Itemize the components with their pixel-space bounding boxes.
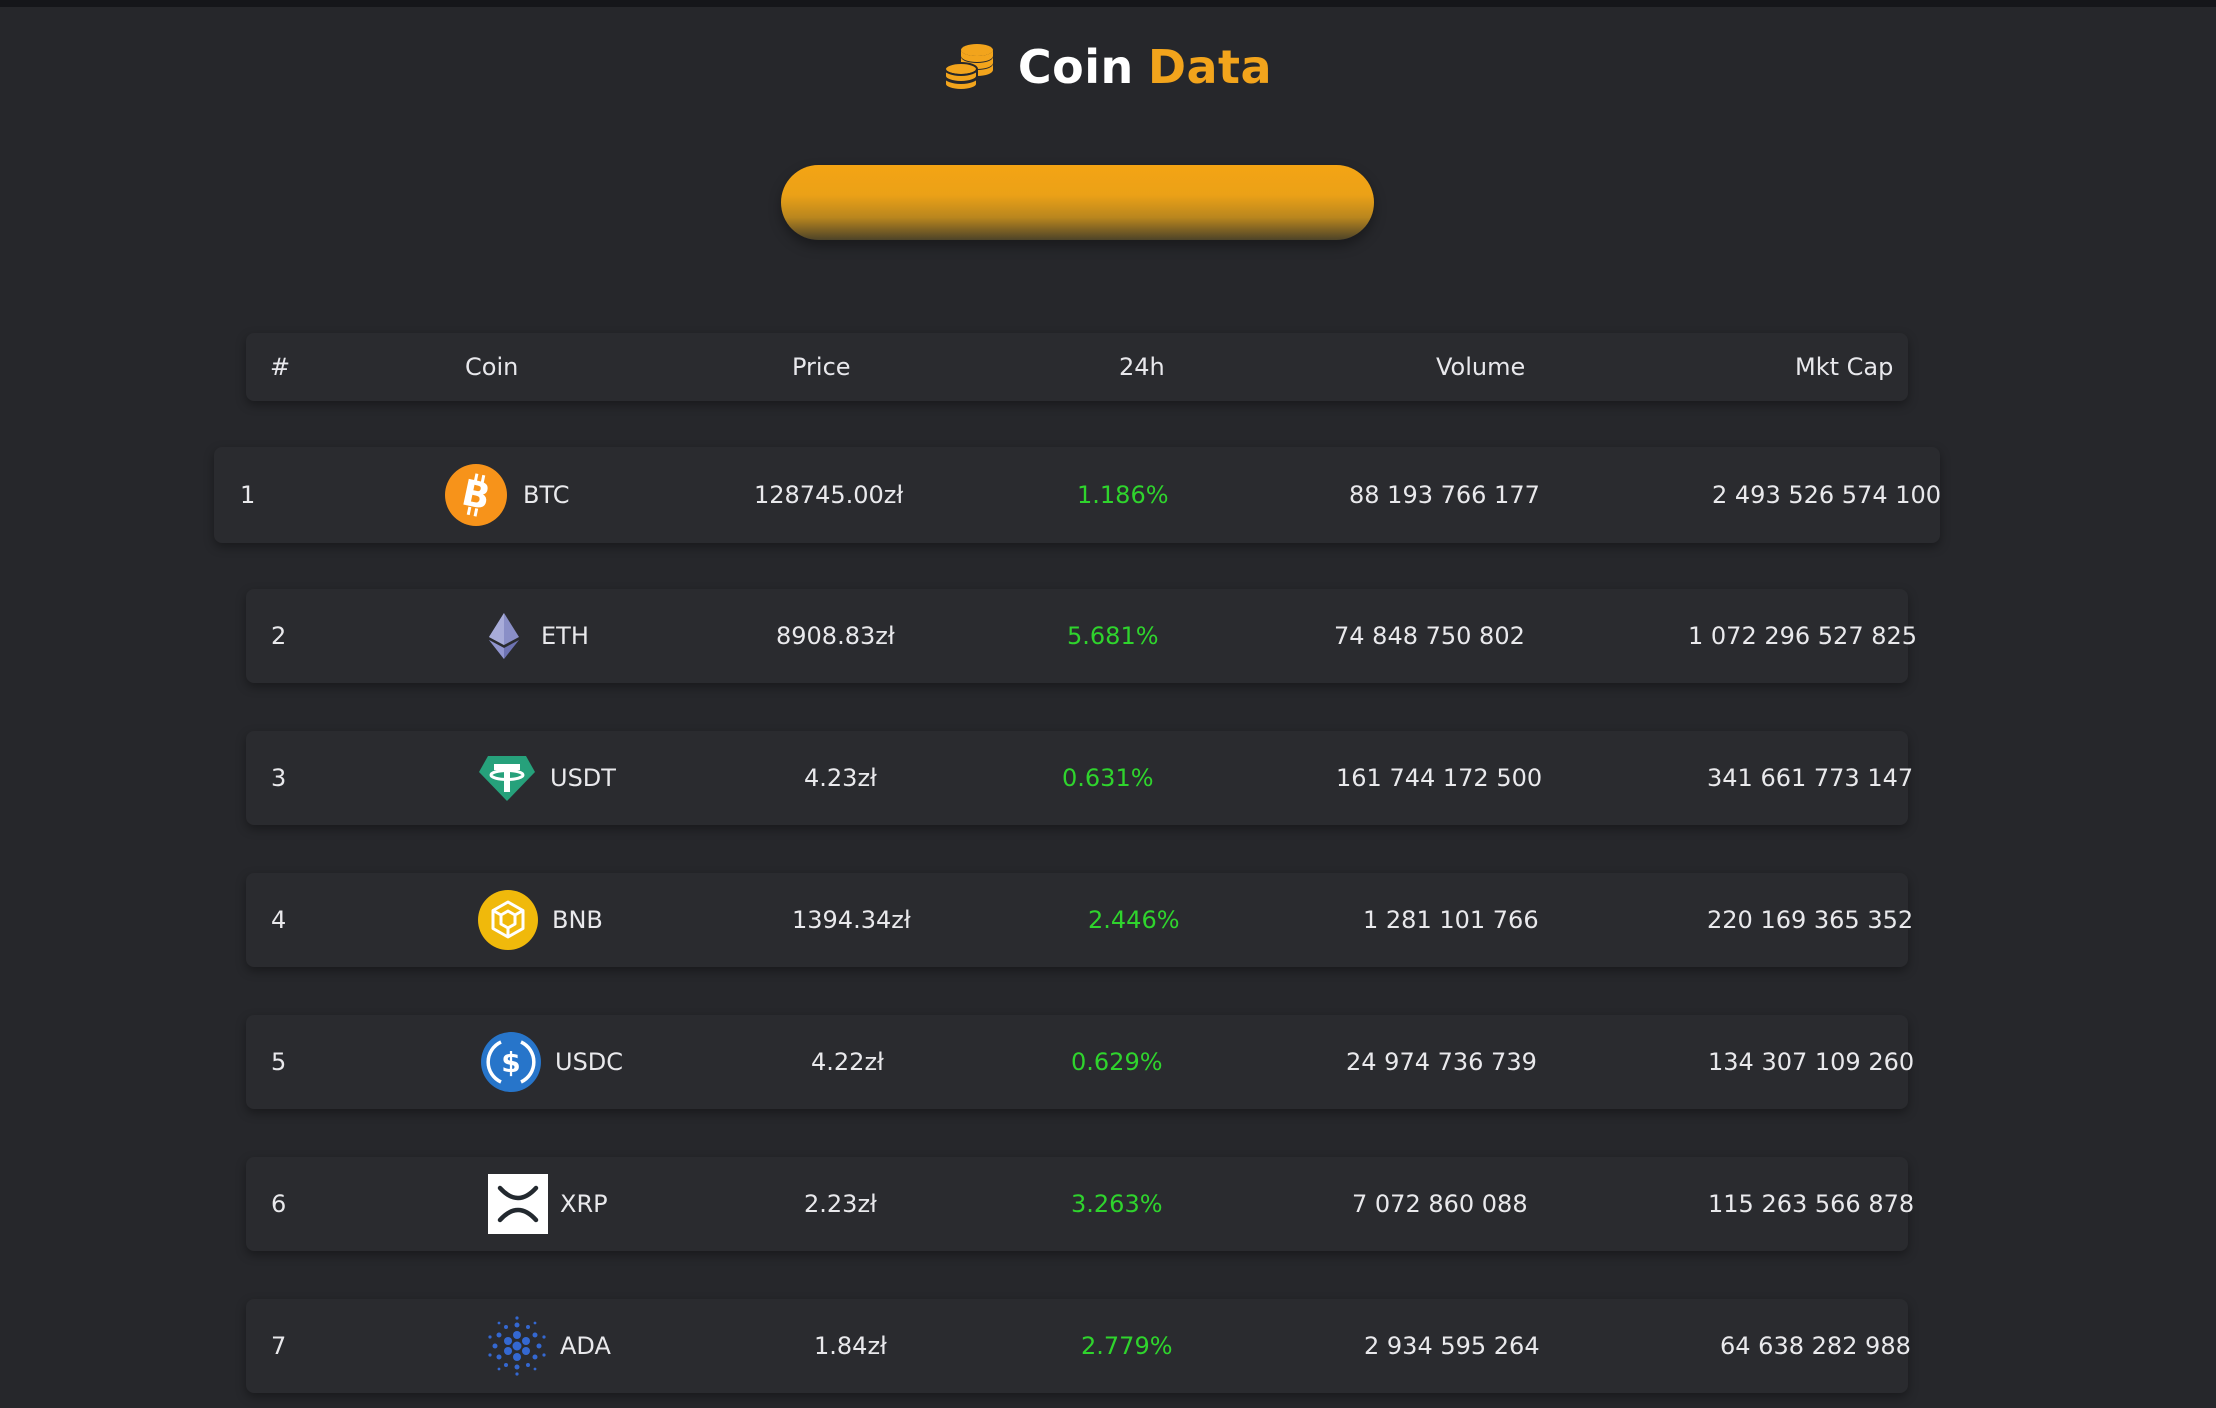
row-change: 5.681% bbox=[1067, 622, 1159, 650]
row-price: 4.23zł bbox=[804, 764, 877, 792]
page-title: Coin Data bbox=[1018, 40, 1272, 94]
row-price: 2.23zł bbox=[804, 1190, 877, 1218]
row-rank: 6 bbox=[271, 1190, 287, 1218]
bitcoin-icon: B bbox=[445, 464, 507, 526]
row-rank: 4 bbox=[271, 906, 287, 934]
row-coin[interactable]: ETH bbox=[484, 589, 589, 683]
search-input[interactable] bbox=[781, 165, 1374, 240]
row-change: 0.629% bbox=[1071, 1048, 1163, 1076]
table-row[interactable]: 2 ETH 8908.83zł 5.681% 74 848 750 802 1 … bbox=[246, 589, 1917, 683]
title-word-coin: Coin bbox=[1017, 40, 1134, 94]
row-price: 1394.34zł bbox=[792, 906, 911, 934]
row-coin-symbol: ADA bbox=[560, 1332, 611, 1360]
row-coin-symbol: XRP bbox=[560, 1190, 608, 1218]
row-change: 0.631% bbox=[1062, 764, 1154, 792]
table-header: # Coin Price 24h Volume Mkt Cap bbox=[246, 333, 1908, 401]
row-coin[interactable]: USDT bbox=[478, 731, 616, 825]
row-change: 3.263% bbox=[1071, 1190, 1163, 1218]
row-volume: 161 744 172 500 bbox=[1336, 764, 1543, 792]
row-mktcap: 134 307 109 260 bbox=[1708, 1048, 1915, 1076]
row-change: 2.446% bbox=[1088, 906, 1180, 934]
tether-icon bbox=[478, 754, 536, 802]
col-header-price[interactable]: Price bbox=[792, 333, 851, 401]
row-rank: 1 bbox=[240, 481, 256, 509]
row-coin[interactable]: B BTC bbox=[445, 447, 569, 543]
bnb-icon bbox=[478, 890, 538, 950]
row-mktcap: 115 263 566 878 bbox=[1708, 1190, 1915, 1218]
row-change: 1.186% bbox=[1077, 481, 1169, 509]
top-bar bbox=[0, 0, 2216, 7]
col-header-rank[interactable]: # bbox=[270, 333, 290, 401]
row-price: 128745.00zł bbox=[754, 481, 904, 509]
row-volume: 1 281 101 766 bbox=[1363, 906, 1539, 934]
table-row[interactable]: 1 B BTC 128745.00zł 1.186% 88 193 766 17… bbox=[214, 447, 1942, 543]
row-mktcap: 341 661 773 147 bbox=[1707, 764, 1914, 792]
col-header-volume[interactable]: Volume bbox=[1436, 333, 1525, 401]
usdc-icon: $ bbox=[481, 1032, 541, 1092]
row-coin-symbol: BNB bbox=[552, 906, 603, 934]
cardano-icon bbox=[486, 1315, 548, 1377]
row-rank: 2 bbox=[271, 622, 287, 650]
row-mktcap: 220 169 365 352 bbox=[1707, 906, 1914, 934]
col-header-mktcap[interactable]: Mkt Cap bbox=[1795, 333, 1893, 401]
row-volume: 74 848 750 802 bbox=[1334, 622, 1525, 650]
row-mktcap: 2 493 526 574 100 bbox=[1712, 481, 1942, 509]
app-logo[interactable]: Coin Data bbox=[943, 40, 1272, 94]
row-rank: 5 bbox=[271, 1048, 287, 1076]
row-volume: 7 072 860 088 bbox=[1352, 1190, 1528, 1218]
row-coin-symbol: USDT bbox=[550, 764, 616, 792]
row-price: 1.84zł bbox=[814, 1332, 887, 1360]
title-word-data: Data bbox=[1147, 40, 1273, 94]
row-price: 4.22zł bbox=[811, 1048, 884, 1076]
ethereum-icon bbox=[484, 611, 524, 661]
row-coin-symbol: BTC bbox=[523, 481, 570, 509]
app-header: Coin Data bbox=[0, 34, 2216, 100]
row-coin-symbol: USDC bbox=[555, 1048, 624, 1076]
row-coin[interactable]: BNB bbox=[478, 873, 603, 967]
table-row[interactable]: 6 XRP 2.23zł 3.263% 7 072 860 088 115 26… bbox=[246, 1157, 1914, 1251]
row-mktcap: 1 072 296 527 825 bbox=[1688, 622, 1918, 650]
row-price: 8908.83zł bbox=[776, 622, 895, 650]
coins-stack-icon bbox=[943, 41, 1018, 93]
row-coin-symbol: ETH bbox=[541, 622, 589, 650]
table-row[interactable]: 7 ADA 1.84zł 2.779% 2 934 595 264 64 638… bbox=[246, 1299, 1911, 1393]
row-rank: 3 bbox=[271, 764, 287, 792]
row-coin[interactable]: ADA bbox=[486, 1299, 611, 1393]
svg-text:$: $ bbox=[501, 1046, 520, 1079]
col-header-24h[interactable]: 24h bbox=[1119, 333, 1165, 401]
col-header-coin[interactable]: Coin bbox=[465, 333, 518, 401]
row-volume: 2 934 595 264 bbox=[1364, 1332, 1540, 1360]
table-row[interactable]: 4 BNB 1394.34zł 2.446% 1 281 101 766 220… bbox=[246, 873, 1913, 967]
xrp-icon bbox=[488, 1174, 548, 1234]
table-row[interactable]: 3 USDT 4.23zł 0.631% 161 744 172 500 341… bbox=[246, 731, 1913, 825]
row-change: 2.779% bbox=[1081, 1332, 1173, 1360]
row-rank: 7 bbox=[271, 1332, 287, 1360]
table-row[interactable]: 5 $ USDC 4.22zł 0.629% 24 974 736 739 13… bbox=[246, 1015, 1914, 1109]
row-volume: 88 193 766 177 bbox=[1349, 481, 1540, 509]
row-coin[interactable]: XRP bbox=[488, 1157, 608, 1251]
row-volume: 24 974 736 739 bbox=[1346, 1048, 1537, 1076]
row-coin[interactable]: $ USDC bbox=[481, 1015, 623, 1109]
row-mktcap: 64 638 282 988 bbox=[1720, 1332, 1911, 1360]
